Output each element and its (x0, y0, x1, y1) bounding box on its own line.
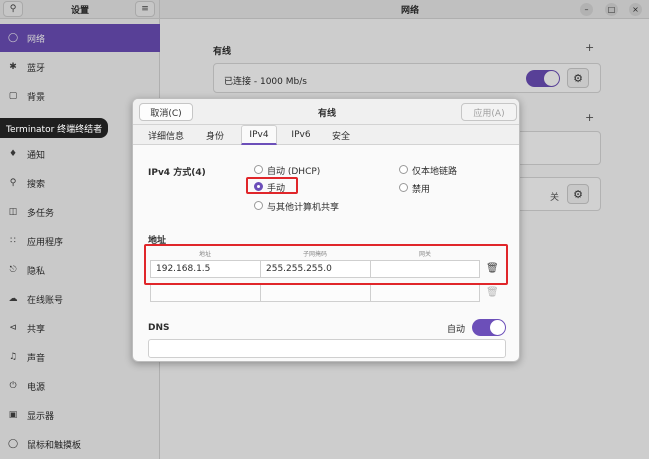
dns-input[interactable] (148, 339, 506, 358)
app-tooltip: Terminator 终端终结者 (0, 118, 109, 138)
address-input-empty[interactable] (150, 284, 261, 302)
netmask-input-empty[interactable] (260, 284, 371, 302)
dns-label: DNS (148, 323, 170, 333)
delete-row-button-disabled[interactable]: 🗑 (486, 287, 499, 298)
dns-auto-label: 自动 (447, 325, 466, 335)
dialog-title: 有线 (317, 109, 336, 119)
trash-icon: 🗑 (486, 287, 499, 298)
tab-ipv4[interactable]: IPv4 (241, 125, 277, 145)
gateway-input-empty[interactable] (370, 284, 480, 302)
manual-highlight (246, 177, 298, 194)
method-link-local-radio[interactable] (399, 165, 408, 174)
method-shared-radio[interactable] (254, 201, 263, 210)
dialog-tabs: 详细信息 身份 IPv4 IPv6 安全 (133, 125, 519, 145)
method-disabled-radio[interactable] (399, 183, 408, 192)
toggle-knob (490, 320, 505, 335)
cancel-button[interactable]: 取消(C) (139, 103, 193, 121)
tab-ipv6[interactable]: IPv6 (285, 125, 317, 145)
tab-identity[interactable]: 身份 (199, 125, 231, 145)
dns-auto-toggle[interactable] (472, 319, 506, 336)
tab-details[interactable]: 详细信息 (141, 125, 191, 145)
apply-button[interactable]: 应用(A) (461, 103, 517, 121)
address-highlight (144, 244, 508, 285)
method-shared-label: 与其他计算机共享 (267, 203, 340, 213)
method-link-local-label: 仅本地链路 (412, 167, 458, 177)
tab-security[interactable]: 安全 (325, 125, 357, 145)
method-auto-label: 自动 (DHCP) (267, 167, 321, 177)
ipv4-method-label: IPv4 方式(4) (148, 168, 206, 178)
dialog-header: 取消(C) 有线 应用(A) (133, 99, 519, 125)
wired-settings-dialog: 取消(C) 有线 应用(A) 详细信息 身份 IPv4 IPv6 安全 IPv4… (132, 98, 520, 362)
method-auto-radio[interactable] (254, 165, 263, 174)
method-disabled-label: 禁用 (412, 185, 431, 195)
